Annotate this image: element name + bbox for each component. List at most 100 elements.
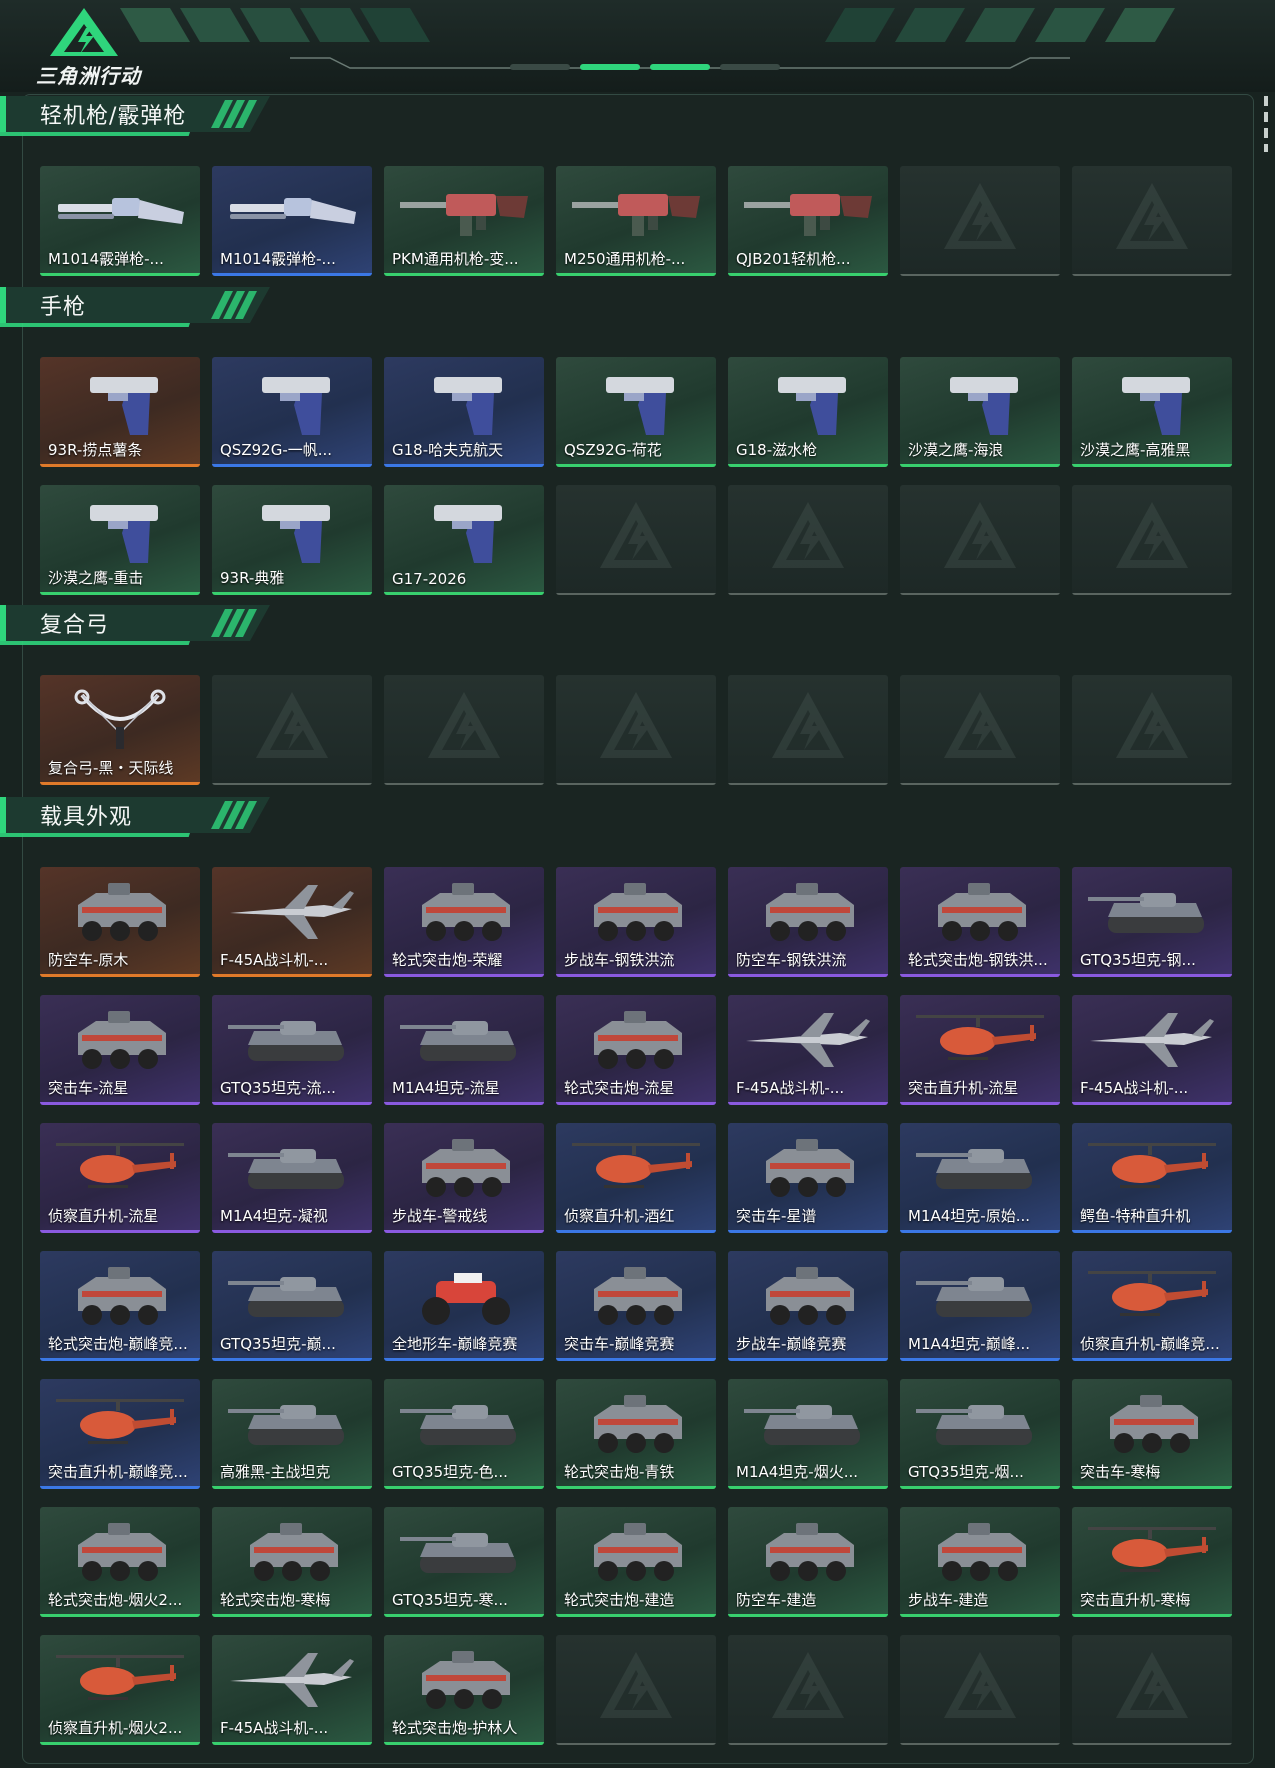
item-card[interactable]: 突击车-巅峰竞赛 <box>556 1251 716 1361</box>
item-card[interactable]: GTQ35坦克-寒... <box>384 1507 544 1617</box>
item-card[interactable]: PKM通用机枪-变... <box>384 166 544 276</box>
item-name: QJB201轻机枪... <box>736 250 851 268</box>
item-card[interactable]: GTQ35坦克-巅... <box>212 1251 372 1361</box>
item-card[interactable]: 突击车-寒梅 <box>1072 1379 1232 1489</box>
item-name: F-45A战斗机-... <box>736 1079 845 1097</box>
item-card[interactable]: 93R-典雅 <box>212 485 372 595</box>
item-name: 突击直升机-寒梅 <box>1080 1591 1191 1609</box>
item-card[interactable]: 复合弓-黑・天际线 <box>40 675 200 785</box>
item-card[interactable]: F-45A战斗机-... <box>1072 995 1232 1105</box>
item-name: 轮式突击炮-寒梅 <box>220 1591 331 1609</box>
item-card[interactable]: M250通用机枪-... <box>556 166 716 276</box>
item-card[interactable]: QSZ92G-荷花 <box>556 357 716 467</box>
item-card[interactable]: 轮式突击炮-流星 <box>556 995 716 1105</box>
helicopter-icon <box>52 1387 188 1461</box>
item-card[interactable]: 轮式突击炮-钢铁洪... <box>900 867 1060 977</box>
item-card[interactable]: GTQ35坦克-流... <box>212 995 372 1105</box>
item-card[interactable]: 防空车-原木 <box>40 867 200 977</box>
rarity-bar <box>384 1358 544 1361</box>
item-card[interactable]: G18-哈夫克航天 <box>384 357 544 467</box>
item-card[interactable]: F-45A战斗机-... <box>212 867 372 977</box>
item-card[interactable]: M1014霰弹枪-... <box>40 166 200 276</box>
item-card[interactable]: 轮式突击炮-寒梅 <box>212 1507 372 1617</box>
item-card[interactable]: 步战车-建造 <box>900 1507 1060 1617</box>
helicopter-icon <box>52 1131 188 1205</box>
item-card[interactable]: 侦察直升机-酒红 <box>556 1123 716 1233</box>
item-card[interactable]: 步战车-钢铁洪流 <box>556 867 716 977</box>
item-card[interactable]: F-45A战斗机-... <box>728 995 888 1105</box>
tank-icon <box>912 1259 1048 1333</box>
item-card[interactable]: 防空车-钢铁洪流 <box>728 867 888 977</box>
item-card[interactable]: F-45A战斗机-... <box>212 1635 372 1745</box>
item-card[interactable]: M1014霰弹枪-... <box>212 166 372 276</box>
shotgun-icon <box>224 174 360 248</box>
item-name: GTQ35坦克-流... <box>220 1079 336 1097</box>
item-card[interactable]: 侦察直升机-流星 <box>40 1123 200 1233</box>
item-card[interactable]: QSZ92G-一帆... <box>212 357 372 467</box>
item-card[interactable]: GTQ35坦克-色... <box>384 1379 544 1489</box>
scroll-indicator[interactable] <box>1264 96 1268 152</box>
pistol-icon <box>912 365 1048 439</box>
machine-gun-icon <box>740 174 876 248</box>
item-card[interactable]: M1A4坦克-烟火... <box>728 1379 888 1489</box>
item-card[interactable]: 全地形车-巅峰竞赛 <box>384 1251 544 1361</box>
item-card[interactable]: M1A4坦克-流星 <box>384 995 544 1105</box>
item-card[interactable]: 沙漠之鹰-海浪 <box>900 357 1060 467</box>
item-card[interactable]: 步战车-巅峰竞赛 <box>728 1251 888 1361</box>
rarity-bar <box>728 593 888 595</box>
rarity-bar <box>900 1486 1060 1489</box>
item-card[interactable]: 轮式突击炮-荣耀 <box>384 867 544 977</box>
item-card[interactable]: QJB201轻机枪... <box>728 166 888 276</box>
item-card[interactable]: G18-滋水枪 <box>728 357 888 467</box>
item-card[interactable]: M1A4坦克-凝视 <box>212 1123 372 1233</box>
item-card[interactable]: G17-2026 <box>384 485 544 595</box>
item-name: M250通用机枪-... <box>564 250 686 268</box>
item-card[interactable]: M1A4坦克-原始... <box>900 1123 1060 1233</box>
item-card[interactable]: 93R-捞点薯条 <box>40 357 200 467</box>
item-card[interactable]: 侦察直升机-巅峰竞... <box>1072 1251 1232 1361</box>
item-card[interactable]: 突击车-流星 <box>40 995 200 1105</box>
item-card[interactable]: 突击车-星谱 <box>728 1123 888 1233</box>
item-card[interactable]: M1A4坦克-巅峰... <box>900 1251 1060 1361</box>
item-card[interactable]: 轮式突击炮-烟火2... <box>40 1507 200 1617</box>
rarity-bar <box>556 1102 716 1105</box>
item-card[interactable]: 防空车-建造 <box>728 1507 888 1617</box>
placeholder-logo-icon <box>942 181 1018 253</box>
pistol-icon <box>568 365 704 439</box>
item-card[interactable]: 沙漠之鹰-重击 <box>40 485 200 595</box>
item-card[interactable]: GTQ35坦克-钢... <box>1072 867 1232 977</box>
rarity-bar <box>40 273 200 276</box>
pistol-icon <box>224 365 360 439</box>
rarity-bar <box>40 1102 200 1105</box>
rarity-bar <box>1072 1102 1232 1105</box>
placeholder-logo-icon <box>942 690 1018 762</box>
item-card[interactable]: 突击直升机-流星 <box>900 995 1060 1105</box>
empty-slot <box>728 1635 888 1745</box>
item-card[interactable]: 突击直升机-寒梅 <box>1072 1507 1232 1617</box>
placeholder-logo-icon <box>770 500 846 572</box>
rarity-bar <box>728 273 888 276</box>
bow-icon <box>52 683 188 757</box>
item-card[interactable]: 突击直升机-巅峰竞... <box>40 1379 200 1489</box>
item-card[interactable]: 轮式突击炮-青铁 <box>556 1379 716 1489</box>
item-card[interactable]: 轮式突击炮-巅峰竞... <box>40 1251 200 1361</box>
item-card[interactable]: 轮式突击炮-护林人 <box>384 1635 544 1745</box>
item-name: 沙漠之鹰-海浪 <box>908 441 1004 459</box>
rarity-bar <box>384 1742 544 1745</box>
item-name: 鳄鱼-特种直升机 <box>1080 1207 1191 1225</box>
rarity-bar <box>728 1230 888 1233</box>
rarity-bar <box>212 1102 372 1105</box>
item-card[interactable]: 侦察直升机-烟火2... <box>40 1635 200 1745</box>
rarity-bar <box>40 1614 200 1617</box>
rarity-bar <box>1072 1614 1232 1617</box>
item-name: 轮式突击炮-钢铁洪... <box>908 951 1048 969</box>
item-card[interactable]: 高雅黑-主战坦克 <box>212 1379 372 1489</box>
placeholder-logo-icon <box>1114 500 1190 572</box>
item-name: 轮式突击炮-荣耀 <box>392 951 503 969</box>
item-name: 沙漠之鹰-重击 <box>48 569 144 587</box>
item-card[interactable]: 步战车-警戒线 <box>384 1123 544 1233</box>
item-card[interactable]: GTQ35坦克-烟... <box>900 1379 1060 1489</box>
item-card[interactable]: 鳄鱼-特种直升机 <box>1072 1123 1232 1233</box>
item-card[interactable]: 沙漠之鹰-高雅黑 <box>1072 357 1232 467</box>
item-card[interactable]: 轮式突击炮-建造 <box>556 1507 716 1617</box>
